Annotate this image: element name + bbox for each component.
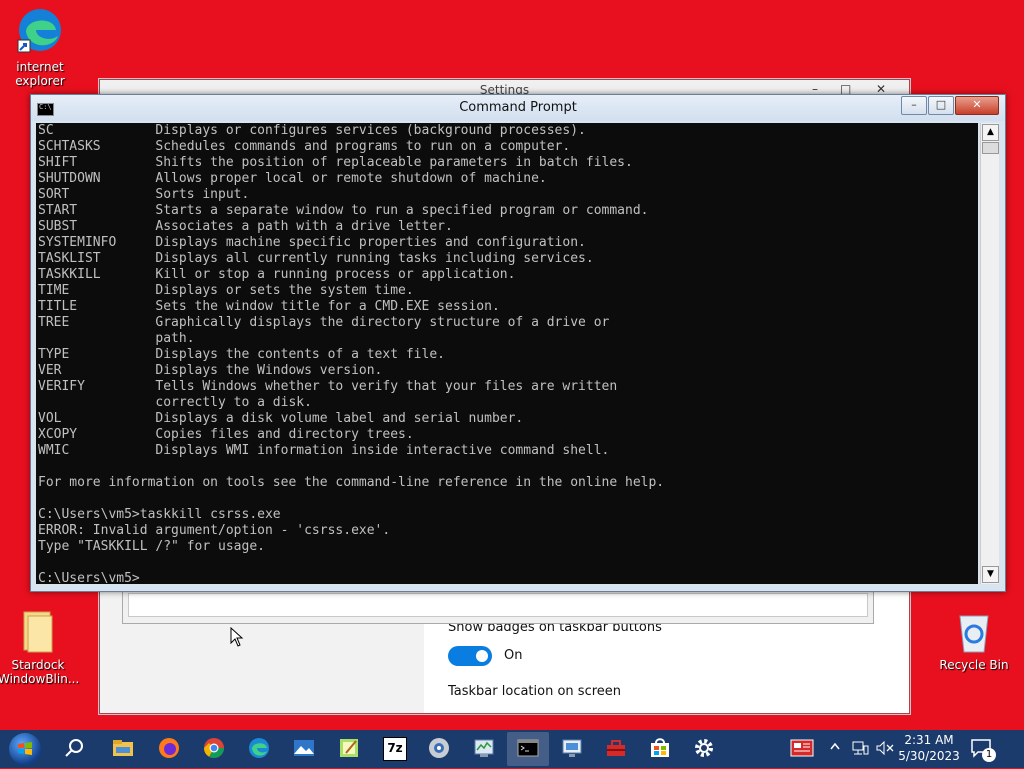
- console-line: SUBST Associates a path with a drive let…: [38, 219, 453, 234]
- taskbar-command-prompt[interactable]: [507, 732, 549, 766]
- scroll-down-arrow-icon[interactable]: ▼: [982, 566, 999, 583]
- chrome-icon: [204, 738, 224, 758]
- close-button[interactable]: ✕: [955, 96, 999, 115]
- action-center-button[interactable]: 1: [970, 738, 996, 762]
- scroll-up-arrow-icon[interactable]: ▲: [982, 124, 999, 141]
- desktop-icon-label: Recycle Bin: [939, 658, 1009, 672]
- console-output[interactable]: SC Displays or configures services (back…: [36, 123, 978, 584]
- folder-icon: [18, 610, 58, 654]
- toolbox-icon: [607, 740, 625, 756]
- network-icon[interactable]: [851, 740, 869, 759]
- taskbar-store[interactable]: [639, 732, 681, 766]
- photos-icon: [294, 740, 314, 756]
- taskbar-notepad[interactable]: [328, 732, 370, 766]
- taskbar: 7z 2:31 AM 5/30/2023 1: [0, 730, 1024, 768]
- console-line: TITLE Sets the window title for a CMD.EX…: [38, 299, 500, 314]
- start-button[interactable]: [3, 731, 45, 767]
- console-line: For more information on tools see the co…: [38, 475, 665, 490]
- show-hidden-icons-chevron-icon[interactable]: [830, 740, 840, 757]
- console-line: TREE Graphically displays the directory …: [38, 315, 610, 330]
- notepad-icon: [340, 739, 358, 757]
- search-button[interactable]: [54, 732, 96, 766]
- disk-icon: [429, 738, 449, 758]
- taskbar-7zip[interactable]: 7z: [373, 732, 415, 766]
- console-line: TASKLIST Displays all currently running …: [38, 251, 594, 266]
- taskbar-file-explorer[interactable]: [102, 732, 144, 766]
- console-line: TYPE Displays the contents of a text fil…: [38, 347, 445, 362]
- search-icon: [65, 739, 83, 757]
- inner-dialog-field: [128, 593, 868, 617]
- taskbar-disk-tool[interactable]: [418, 732, 460, 766]
- taskbar-firefox[interactable]: [148, 732, 190, 766]
- mouse-cursor: [230, 626, 244, 651]
- taskbar-photos[interactable]: [283, 732, 325, 766]
- desktop-icon-label: Stardock WindowBlin...: [0, 658, 80, 686]
- store-icon: [651, 738, 669, 757]
- show-badges-toggle[interactable]: [448, 646, 492, 666]
- console-line: SHUTDOWN Allows proper local or remote s…: [38, 171, 547, 186]
- edge-icon: [249, 738, 269, 758]
- folder-icon: [113, 740, 133, 756]
- remote-desktop-icon: [562, 739, 582, 757]
- console-line: SHIFT Shifts the position of replaceable…: [38, 155, 633, 170]
- command-prompt-window[interactable]: C:\ Command Prompt – □ ✕ SC Displays or …: [30, 94, 1006, 592]
- vertical-scrollbar[interactable]: ▲ ▼: [980, 123, 999, 584]
- 7zip-icon: 7z: [383, 737, 407, 761]
- maximize-button[interactable]: □: [928, 96, 954, 115]
- inner-dialog: [122, 588, 874, 624]
- console-line: TIME Displays or sets the system time.: [38, 283, 414, 298]
- taskbar-edge[interactable]: [238, 732, 280, 766]
- toggle-state-label: On: [504, 648, 523, 663]
- desktop-icon-label: internet explorer: [15, 60, 65, 88]
- minimize-button[interactable]: –: [901, 96, 927, 115]
- taskbar-settings[interactable]: [683, 732, 725, 766]
- console-text: SC Displays or configures services (back…: [36, 123, 978, 584]
- console-line: XCOPY Copies files and directory trees.: [38, 427, 414, 442]
- volume-muted-icon[interactable]: [875, 740, 895, 759]
- console-line: WMIC Displays WMI information inside int…: [38, 443, 610, 458]
- console-line: SORT Sorts input.: [38, 187, 250, 202]
- recycle-bin-icon: [954, 610, 994, 654]
- taskbar-location-label: Taskbar location on screen: [448, 684, 622, 699]
- taskbar-task-manager[interactable]: [463, 732, 505, 766]
- console-line: TASKKILL Kill or stop a running process …: [38, 267, 516, 282]
- console-line: path.: [38, 331, 195, 346]
- desktop-icon-internet-explorer[interactable]: internet explorer: [0, 6, 80, 88]
- taskbar-chrome[interactable]: [193, 732, 235, 766]
- clock-date: 5/30/2023: [898, 749, 960, 763]
- taskbar-toolbox[interactable]: [595, 732, 637, 766]
- news-icon[interactable]: [790, 738, 814, 761]
- console-line: ERROR: Invalid argument/option - 'csrss.…: [38, 523, 391, 538]
- task-manager-icon: [474, 739, 494, 757]
- console-line: VERIFY Tells Windows whether to verify t…: [38, 379, 618, 394]
- desktop-icon-stardock[interactable]: Stardock WindowBlin...: [0, 610, 80, 686]
- desktop-icon-recycle-bin[interactable]: Recycle Bin: [934, 610, 1014, 672]
- console-line: C:\Users\vm5>taskkill csrss.exe: [38, 507, 281, 522]
- edge-icon: [16, 6, 64, 56]
- cmd-titlebar[interactable]: C:\ Command Prompt – □ ✕: [31, 95, 1005, 121]
- console-line: VOL Displays a disk volume label and ser…: [38, 411, 524, 426]
- console-line: START Starts a separate window to run a …: [38, 203, 649, 218]
- clock-time: 2:31 AM: [904, 733, 954, 747]
- notification-count-badge: 1: [982, 748, 996, 762]
- windows-logo-icon: [9, 733, 41, 765]
- console-line: SCHTASKS Schedules commands and programs…: [38, 139, 571, 154]
- gear-icon: [695, 739, 713, 757]
- console-line: correctly to a disk.: [38, 395, 312, 410]
- firefox-icon: [159, 738, 179, 758]
- command-prompt-icon: [517, 739, 539, 757]
- scrollbar-thumb[interactable]: [982, 142, 999, 154]
- console-line: SC Displays or configures services (back…: [38, 123, 586, 138]
- taskbar-remote-desktop[interactable]: [551, 732, 593, 766]
- console-line: VER Displays the Windows version.: [38, 363, 383, 378]
- console-line: Type "TASKKILL /?" for usage.: [38, 539, 265, 554]
- clock[interactable]: 2:31 AM 5/30/2023: [898, 732, 960, 764]
- console-line: C:\Users\vm5>: [38, 571, 140, 584]
- cmd-title: Command Prompt: [459, 100, 577, 115]
- console-line: SYSTEMINFO Displays machine specific pro…: [38, 235, 586, 250]
